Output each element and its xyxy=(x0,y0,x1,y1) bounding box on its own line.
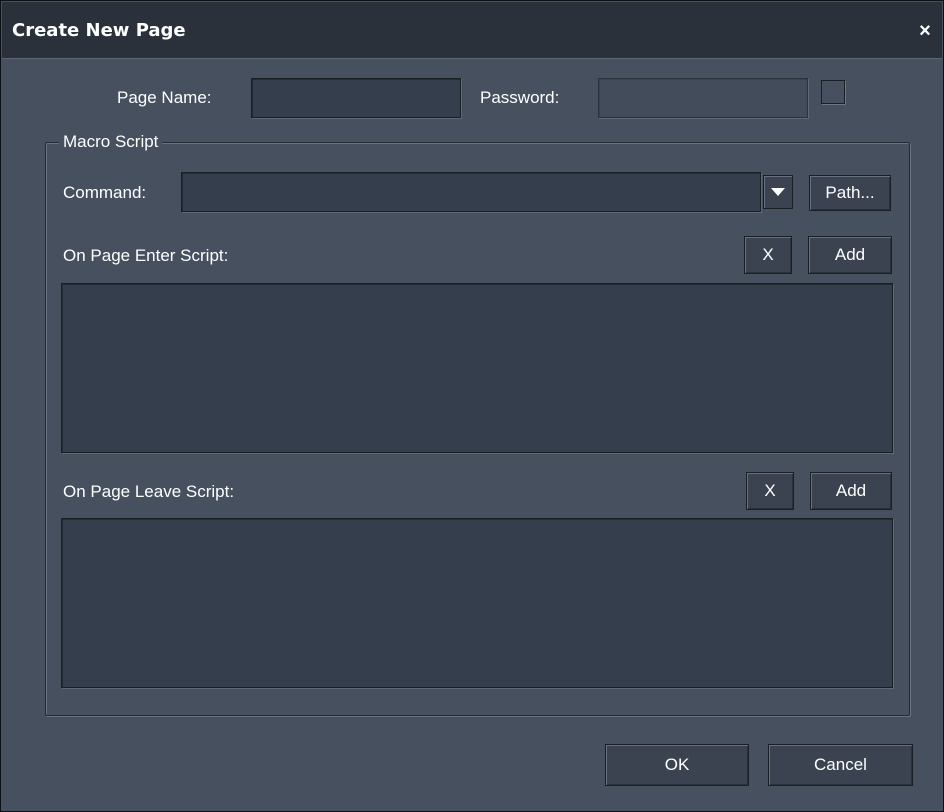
page-name-label: Page Name: xyxy=(117,88,212,107)
leave-script-add-button[interactable]: Add xyxy=(810,472,892,510)
title-bar: Create New Page × xyxy=(2,2,942,59)
dialog-title: Create New Page xyxy=(12,20,186,41)
leave-script-clear-button[interactable]: X xyxy=(746,472,794,510)
enter-script-add-button[interactable]: Add xyxy=(808,236,892,274)
chevron-down-icon xyxy=(771,188,785,196)
command-dropdown-button[interactable] xyxy=(763,175,793,209)
close-icon[interactable]: × xyxy=(914,20,936,42)
enter-script-clear-button[interactable]: X xyxy=(744,236,792,274)
command-label: Command: xyxy=(63,183,147,202)
leave-script-textarea[interactable] xyxy=(61,518,893,688)
leave-script-label: On Page Leave Script: xyxy=(63,482,235,501)
enter-script-label: On Page Enter Script: xyxy=(63,246,229,265)
password-checkbox[interactable] xyxy=(821,80,845,104)
macro-script-group-label: Macro Script xyxy=(59,132,163,152)
password-label: Password: xyxy=(480,88,560,107)
page-name-input[interactable] xyxy=(251,78,461,118)
command-combo-input[interactable] xyxy=(181,172,761,212)
cancel-button[interactable]: Cancel xyxy=(768,744,913,786)
ok-button[interactable]: OK xyxy=(605,744,749,786)
enter-script-textarea[interactable] xyxy=(61,283,893,453)
create-page-dialog: Create New Page × Page Name: Password: M… xyxy=(0,0,944,812)
path-button[interactable]: Path... xyxy=(809,175,891,211)
password-input[interactable] xyxy=(598,78,808,118)
